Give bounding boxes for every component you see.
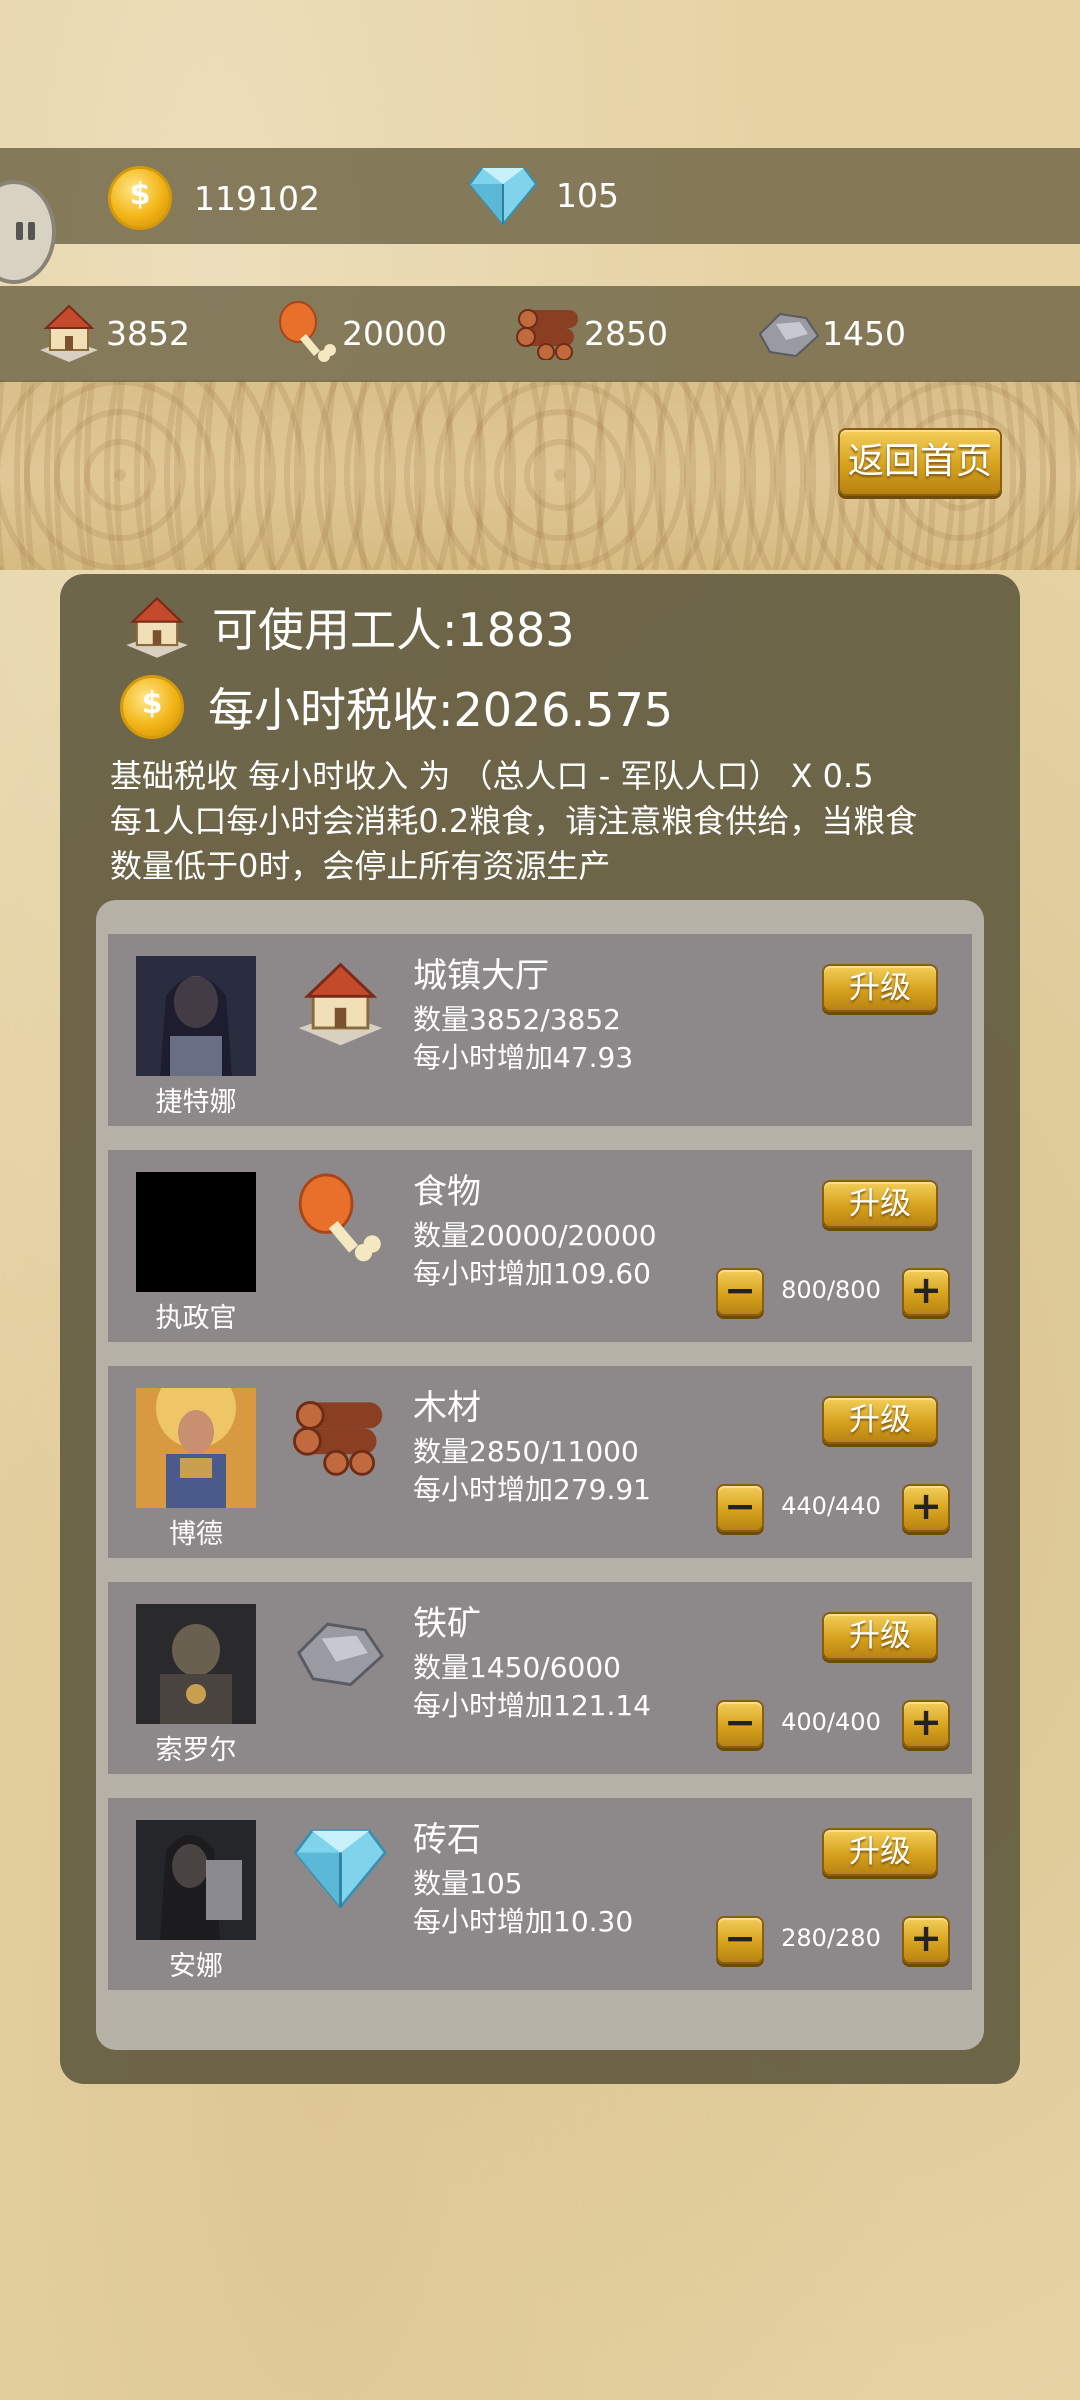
building-title: 铁矿 bbox=[413, 1604, 481, 1644]
house-icon bbox=[298, 962, 383, 1046]
resource-panel: 可使用工人:1883 每小时税收:2026.575 基础税收 每小时收入 为 （… bbox=[60, 574, 1020, 2084]
building-quantity: 数量1450/6000 bbox=[413, 1651, 621, 1684]
diamond-display: 105 bbox=[468, 164, 619, 226]
hero-name: 捷特娜 bbox=[155, 1087, 237, 1118]
worker-allocation: 800/800 bbox=[781, 1276, 881, 1304]
building-rate: 每小时增加279.91 bbox=[413, 1473, 651, 1506]
hero-portrait bbox=[136, 1820, 256, 1940]
iron-ore-icon bbox=[296, 1622, 385, 1687]
list-item: 索罗尔 铁矿 数量1450/6000 每小时增加121.14 升级 − 400/… bbox=[108, 1582, 972, 1774]
building-quantity: 数量3852/3852 bbox=[413, 1003, 621, 1036]
diamond-value: 105 bbox=[556, 175, 619, 215]
list-item: 捷特娜 城镇大厅 数量3852/3852 每小时增加47.93 升级 bbox=[108, 934, 972, 1126]
increase-workers-button[interactable]: + bbox=[902, 1268, 950, 1316]
return-home-button[interactable]: 返回首页 bbox=[838, 428, 1002, 496]
hero-portrait bbox=[136, 1388, 256, 1508]
wood-value: 2850 bbox=[584, 313, 668, 353]
worker-allocation: 440/440 bbox=[781, 1492, 881, 1520]
list-item: 安娜 砖石 数量105 每小时增加10.30 升级 − 280/280 + bbox=[108, 1798, 972, 1990]
increase-workers-button[interactable]: + bbox=[902, 1484, 950, 1532]
worker-allocation: 400/400 bbox=[781, 1708, 881, 1736]
decrease-workers-button[interactable]: − bbox=[716, 1700, 764, 1748]
gold-display: 119102 bbox=[108, 166, 320, 230]
increase-workers-button[interactable]: + bbox=[902, 1700, 950, 1748]
building-rate: 每小时增加109.60 bbox=[413, 1257, 651, 1290]
decrease-workers-button[interactable]: − bbox=[716, 1916, 764, 1964]
hero-name: 索罗尔 bbox=[155, 1735, 237, 1766]
upgrade-button[interactable]: 升级 bbox=[822, 1396, 938, 1444]
iron-ore-icon bbox=[758, 312, 820, 358]
upgrade-button[interactable]: 升级 bbox=[822, 1828, 938, 1876]
desc-line-1: 基础税收 每小时收入 为 （总人口 - 军队人口） X 0.5 bbox=[110, 757, 874, 795]
meat-icon bbox=[298, 1173, 381, 1262]
building-quantity: 数量20000/20000 bbox=[413, 1219, 657, 1252]
building-rate: 每小时增加47.93 bbox=[413, 1041, 634, 1074]
workers-label: 可使用工人:1883 bbox=[212, 603, 575, 657]
population-display: 3852 bbox=[36, 300, 190, 366]
hero-name: 博德 bbox=[169, 1519, 223, 1550]
building-rate: 每小时增加121.14 bbox=[413, 1689, 651, 1722]
food-display: 20000 bbox=[276, 300, 447, 366]
house-icon bbox=[126, 596, 188, 658]
tax-description: 基础税收 每小时收入 为 （总人口 - 军队人口） X 0.5 每1人口每小时会… bbox=[110, 754, 990, 889]
desc-line-2: 每1人口每小时会消耗0.2粮食，请注意粮食供给，当粮食 bbox=[110, 802, 918, 840]
workers-stat: 可使用工人:1883 bbox=[122, 592, 575, 662]
hero-name: 安娜 bbox=[169, 1951, 223, 1982]
iron-display: 1450 bbox=[756, 304, 906, 362]
wood-display: 2850 bbox=[516, 306, 668, 360]
building-title: 城镇大厅 bbox=[413, 956, 549, 996]
list-item: 执政官 食物 数量20000/20000 每小时增加109.60 升级 − 80… bbox=[108, 1150, 972, 1342]
upgrade-button[interactable]: 升级 bbox=[822, 1612, 938, 1660]
tax-label: 每小时税收:2026.575 bbox=[208, 683, 673, 737]
list-item: 博德 木材 数量2850/11000 每小时增加279.91 升级 − 440/… bbox=[108, 1366, 972, 1558]
decrease-workers-button[interactable]: − bbox=[716, 1484, 764, 1532]
decrease-workers-button[interactable]: − bbox=[716, 1268, 764, 1316]
hero-portrait bbox=[136, 1604, 256, 1724]
worker-allocation: 280/280 bbox=[781, 1924, 881, 1952]
diamond-icon bbox=[468, 167, 538, 226]
upgrade-button[interactable]: 升级 bbox=[822, 1180, 938, 1228]
building-title: 木材 bbox=[413, 1388, 481, 1428]
food-value: 20000 bbox=[342, 313, 447, 353]
upgrade-button[interactable]: 升级 bbox=[822, 964, 938, 1012]
log-icon bbox=[516, 309, 578, 360]
iron-value: 1450 bbox=[822, 313, 906, 353]
building-list: 捷特娜 城镇大厅 数量3852/3852 每小时增加47.93 升级 执政官 食… bbox=[96, 900, 984, 2050]
population-value: 3852 bbox=[106, 313, 190, 353]
increase-workers-button[interactable]: + bbox=[902, 1916, 950, 1964]
gold-value: 119102 bbox=[194, 178, 320, 218]
hero-portrait bbox=[136, 1172, 256, 1292]
building-title: 食物 bbox=[413, 1172, 481, 1212]
hero-portrait bbox=[136, 956, 256, 1076]
coin-icon bbox=[108, 166, 172, 230]
log-icon bbox=[293, 1400, 383, 1476]
meat-icon bbox=[279, 301, 336, 362]
diamond-icon bbox=[293, 1829, 388, 1909]
building-rate: 每小时增加10.30 bbox=[413, 1905, 634, 1938]
building-quantity: 数量105 bbox=[413, 1867, 523, 1900]
house-icon bbox=[40, 304, 98, 362]
tax-stat: 每小时税收:2026.575 bbox=[120, 674, 673, 740]
building-title: 砖石 bbox=[413, 1820, 481, 1860]
building-quantity: 数量2850/11000 bbox=[413, 1435, 639, 1468]
coin-icon bbox=[120, 675, 184, 739]
desc-line-3: 数量低于0时，会停止所有资源生产 bbox=[110, 847, 611, 885]
hero-name: 执政官 bbox=[155, 1303, 237, 1334]
